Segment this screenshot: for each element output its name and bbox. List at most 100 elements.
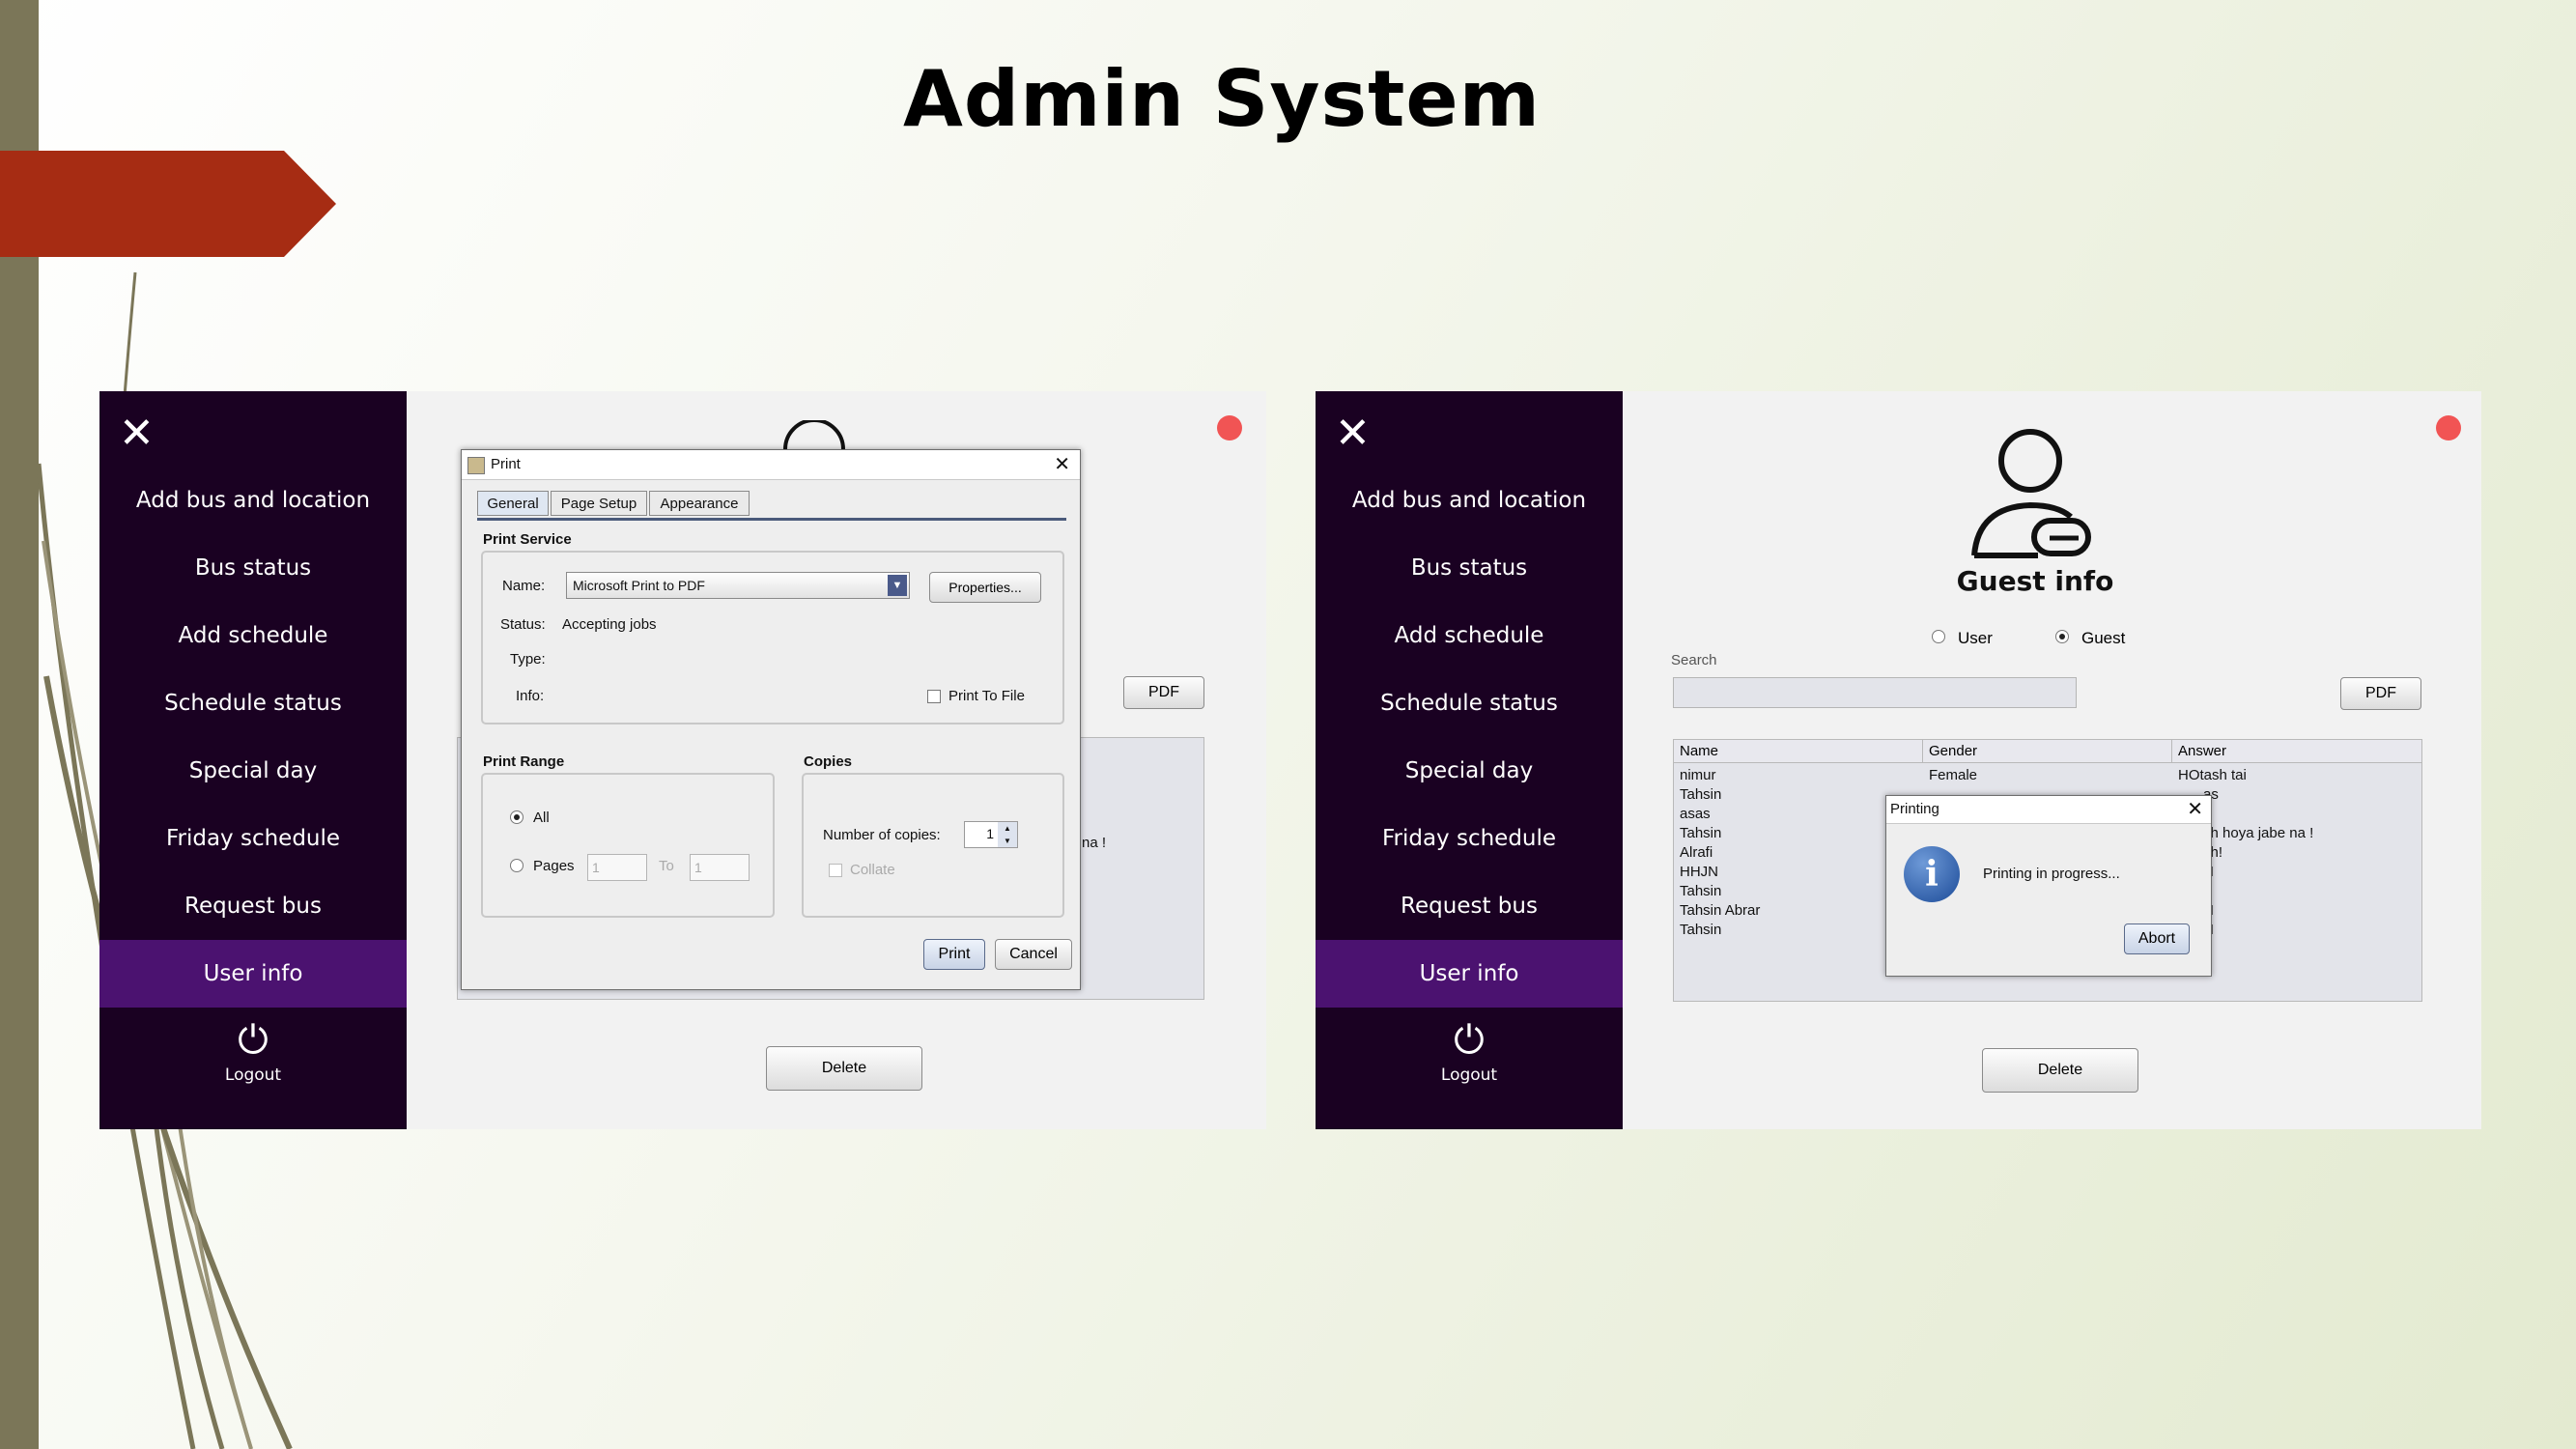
close-dot[interactable] — [1217, 415, 1242, 440]
table-cell-name: nimur — [1680, 767, 1716, 783]
table-cell-answer: HOtash tai — [2178, 767, 2247, 783]
tab-divider — [477, 518, 1066, 521]
sidebar-item-schedule-status[interactable]: Schedule status — [99, 669, 407, 737]
tab-general[interactable]: General — [477, 491, 549, 516]
close-icon[interactable]: ✕ — [1335, 412, 1371, 455]
sidebar-item-add-bus[interactable]: Add bus and location — [1316, 467, 1623, 534]
logout-button[interactable]: ⏻ Logout — [99, 1019, 407, 1085]
user-icon — [783, 420, 845, 449]
table-cell-name: Tahsin — [1680, 922, 1722, 938]
table-cell-name: Alrafi — [1680, 844, 1713, 861]
pdf-button[interactable]: PDF — [2340, 677, 2421, 710]
pages-to-input[interactable]: 1 — [690, 854, 750, 881]
sidebar-item-special-day[interactable]: Special day — [99, 737, 407, 805]
sidebar-item-schedule-status[interactable]: Schedule status — [1316, 669, 1623, 737]
sidebar-item-special-day[interactable]: Special day — [1316, 737, 1623, 805]
copies-label: Copies — [804, 753, 853, 770]
column-header-name[interactable]: Name — [1674, 740, 1923, 763]
logout-button[interactable]: ⏻ Logout — [1316, 1019, 1623, 1085]
cancel-button[interactable]: Cancel — [995, 939, 1072, 970]
all-radio[interactable] — [510, 810, 524, 824]
tab-appearance[interactable]: Appearance — [649, 491, 750, 516]
table-cell-name: HHJN — [1680, 864, 1718, 880]
print-dialog: Print ✕ General Page Setup Appearance Pr… — [461, 449, 1081, 990]
user-radio-label: User — [1958, 629, 1993, 647]
properties-button[interactable]: Properties... — [929, 572, 1041, 603]
power-icon: ⏻ — [238, 1018, 269, 1063]
table-cell-name: Tahsin — [1680, 883, 1722, 899]
sidebar-item-bus-status[interactable]: Bus status — [99, 534, 407, 602]
type-label: Type: — [510, 651, 546, 668]
table-cell-name: Tahsin — [1680, 786, 1722, 803]
copies-group — [802, 773, 1064, 918]
close-icon[interactable]: ✕ — [1054, 452, 1070, 476]
table-cell-name: Tahsin — [1680, 825, 1722, 841]
info-icon: i — [1904, 846, 1960, 902]
chevron-down-icon[interactable]: ▼ — [888, 575, 907, 596]
delete-button[interactable]: Delete — [766, 1046, 922, 1091]
status-label: Status: — [500, 616, 546, 633]
slide-arrow-shape — [0, 151, 336, 257]
printing-message: Printing in progress... — [1983, 866, 2120, 882]
print-range-group — [481, 773, 775, 918]
abort-button[interactable]: Abort — [2124, 923, 2190, 954]
pages-radio[interactable] — [510, 859, 524, 872]
column-header-answer[interactable]: Answer — [2172, 740, 2421, 763]
guest-user-icon — [1971, 429, 2091, 558]
printer-icon — [467, 457, 485, 474]
print-dialog-title: Print — [491, 456, 521, 472]
status-value: Accepting jobs — [562, 616, 657, 633]
print-to-file-checkbox[interactable] — [927, 690, 941, 703]
right-screenshot: ✕ Add bus and location Bus status Add sc… — [1316, 391, 2481, 1129]
print-button[interactable]: Print — [923, 939, 985, 970]
logout-label: Logout — [1440, 1065, 1498, 1085]
printer-select-value: Microsoft Print to PDF — [573, 578, 705, 593]
copies-value: 1 — [986, 826, 994, 841]
left-screenshot: ✕ Add bus and location Bus status Add sc… — [99, 391, 1266, 1129]
collate-checkbox[interactable] — [829, 864, 842, 877]
printer-select[interactable]: Microsoft Print to PDF ▼ — [566, 572, 910, 599]
sidebar-item-add-bus[interactable]: Add bus and location — [99, 467, 407, 534]
sidebar-item-friday-schedule[interactable]: Friday schedule — [1316, 805, 1623, 872]
slide-title: Admin System — [902, 54, 1541, 144]
sidebar-item-request-bus[interactable]: Request bus — [1316, 872, 1623, 940]
column-header-gender[interactable]: Gender — [1923, 740, 2172, 763]
search-label: Search — [1671, 652, 1717, 668]
tab-page-setup[interactable]: Page Setup — [551, 491, 647, 516]
pages-label: Pages — [533, 858, 575, 874]
close-icon[interactable]: ✕ — [2187, 797, 2203, 821]
sidebar-item-bus-status[interactable]: Bus status — [1316, 534, 1623, 602]
all-label: All — [533, 810, 550, 826]
info-label: Info: — [516, 688, 545, 704]
sidebar: ✕ Add bus and location Bus status Add sc… — [99, 391, 407, 1129]
user-radio[interactable] — [1932, 630, 1945, 643]
printing-dialog: Printing ✕ i Printing in progress... Abo… — [1885, 795, 2212, 977]
logout-label: Logout — [224, 1065, 282, 1085]
stepper-arrows-icon[interactable]: ▲ ▼ — [998, 822, 1017, 847]
print-range-label: Print Range — [483, 753, 565, 770]
printing-dialog-title: Printing — [1890, 801, 1939, 817]
sidebar-item-user-info[interactable]: User info — [99, 940, 407, 1008]
number-of-copies-label: Number of copies: — [823, 827, 941, 843]
print-to-file-label: Print To File — [948, 688, 1025, 704]
close-dot[interactable] — [2436, 415, 2461, 440]
name-label: Name: — [502, 578, 546, 594]
sidebar-item-add-schedule[interactable]: Add schedule — [1316, 602, 1623, 669]
table-cell-answer: sh hoya jabe na ! — [2203, 825, 2314, 841]
pdf-button[interactable]: PDF — [1123, 676, 1204, 709]
to-label: To — [659, 858, 674, 874]
copies-stepper[interactable]: 1 ▲ ▼ — [964, 821, 1018, 848]
print-dialog-titlebar: Print ✕ — [462, 450, 1080, 480]
close-icon[interactable]: ✕ — [119, 412, 155, 455]
table-cell-name: Tahsin Abrar — [1680, 902, 1761, 919]
guest-radio[interactable] — [2055, 630, 2069, 643]
collate-label: Collate — [850, 862, 895, 878]
sidebar-item-user-info[interactable]: User info — [1316, 940, 1623, 1008]
delete-button[interactable]: Delete — [1982, 1048, 2138, 1093]
table-cell-gender: Female — [1929, 767, 1978, 783]
sidebar-item-friday-schedule[interactable]: Friday schedule — [99, 805, 407, 872]
search-input[interactable] — [1673, 677, 2077, 708]
sidebar-item-add-schedule[interactable]: Add schedule — [99, 602, 407, 669]
sidebar-item-request-bus[interactable]: Request bus — [99, 872, 407, 940]
pages-from-input[interactable]: 1 — [587, 854, 647, 881]
